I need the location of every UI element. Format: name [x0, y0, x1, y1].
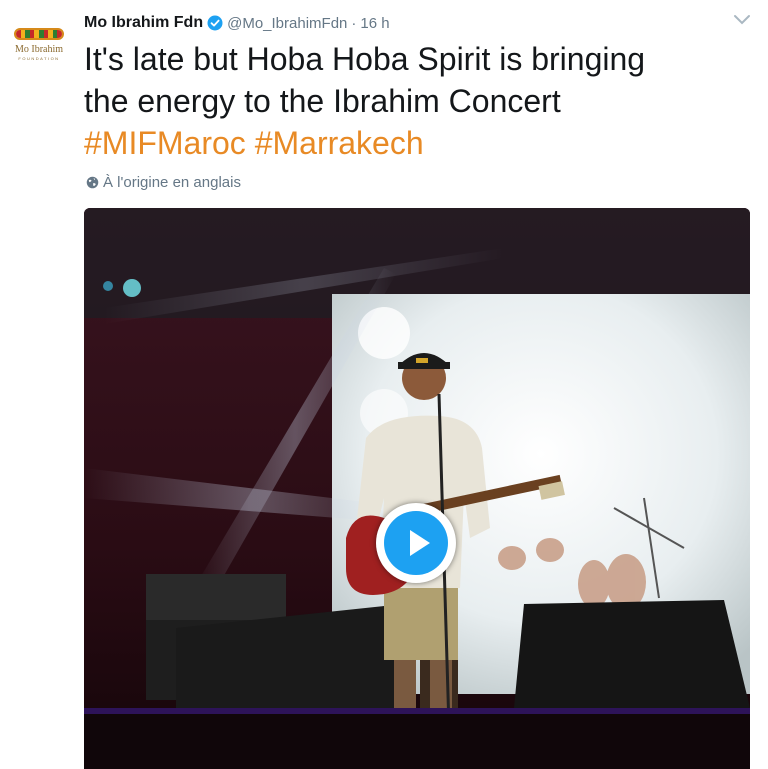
tweet: Mo Ibrahim FOUNDATION Mo Ibrahim Fdn @Mo…	[0, 0, 768, 769]
tweet-header: Mo Ibrahim Fdn @Mo_IbrahimFdn · 16 h	[84, 12, 390, 34]
verified-badge-icon	[207, 15, 223, 31]
tweet-text-line: the energy to the Ibrahim Concert	[84, 83, 561, 119]
chevron-down-icon[interactable]	[732, 12, 752, 28]
play-icon	[384, 511, 448, 575]
tweet-text-line: It's late but Hoba Hoba Spirit is bringi…	[84, 41, 646, 77]
avatar[interactable]: Mo Ibrahim FOUNDATION	[8, 22, 70, 68]
separator-dot: ·	[351, 14, 357, 32]
play-button[interactable]	[376, 503, 456, 583]
logo-text: Mo Ibrahim	[14, 44, 64, 55]
video-thumbnail	[84, 208, 750, 769]
logo-beads	[14, 28, 64, 40]
author-handle[interactable]: @Mo_IbrahimFdn	[227, 15, 347, 32]
hashtag-link[interactable]: #Marrakech	[255, 125, 424, 161]
globe-icon	[86, 176, 99, 189]
hashtag-link[interactable]: #MIFMaroc	[84, 125, 246, 161]
hashtags-line: #MIFMaroc #Marrakech	[84, 122, 744, 164]
translation-label: À l'origine en anglais	[103, 174, 241, 191]
timestamp[interactable]: 16 h	[360, 15, 389, 32]
logo-subtext: FOUNDATION	[18, 56, 60, 61]
tweet-text: It's late but Hoba Hoba Spirit is bringi…	[84, 38, 744, 164]
author-name[interactable]: Mo Ibrahim Fdn	[84, 14, 203, 32]
translation-notice[interactable]: À l'origine en anglais	[86, 174, 241, 191]
video-player[interactable]	[84, 208, 750, 769]
